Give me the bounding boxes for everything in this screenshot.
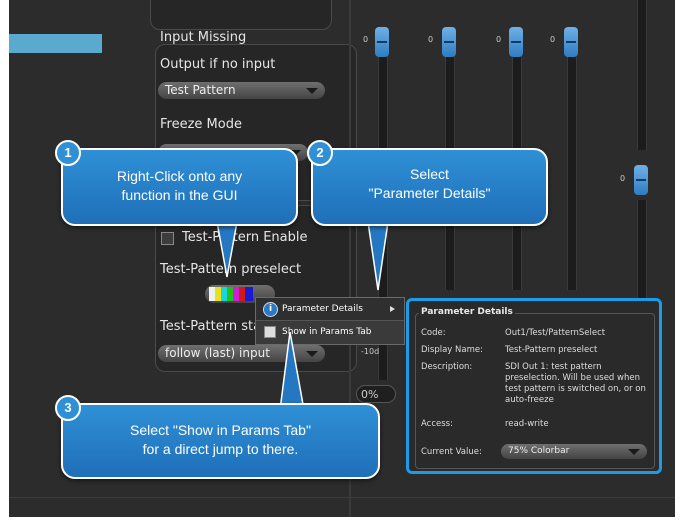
freeze-mode-label: Freeze Mode (160, 117, 242, 132)
callout-2-tail (367, 222, 389, 291)
fader-track-4 (567, 30, 577, 290)
parameter-details-title: Parameter Details (419, 307, 515, 317)
submenu-arrow-icon (390, 306, 395, 312)
callout-1-line1: Right-Click onto any (116, 168, 243, 184)
chevron-down-icon (306, 88, 318, 94)
context-menu-parameter-details[interactable]: i Parameter Details (256, 298, 404, 321)
callout-2: Select "Parameter Details" (311, 148, 548, 226)
colorbar-icon (209, 287, 253, 301)
accent-strip (9, 34, 102, 53)
chevron-down-icon (628, 449, 640, 455)
access-value: read-write (505, 419, 549, 429)
fader-5-value: 0 (620, 174, 626, 183)
fader-knob-1[interactable] (375, 27, 389, 57)
fader-knob-5[interactable] (634, 165, 648, 195)
fader-1-value: 0 (363, 35, 369, 44)
test-pattern-start-label: Test-Pattern sta (160, 319, 262, 334)
current-value-label: Current Value: (421, 447, 482, 457)
current-value-dropdown[interactable]: 75% Colorbar (501, 444, 647, 459)
parameter-details-panel: Parameter Details Code: Out1/Test/Patter… (406, 298, 662, 474)
input-missing-title: Input Missing (160, 30, 247, 45)
fader-knob-4[interactable] (564, 27, 578, 57)
current-value-text: 75% Colorbar (508, 446, 570, 456)
percent-readout-value: 0% (361, 388, 379, 401)
test-pattern-start-value: follow (last) input (165, 346, 270, 360)
fader-3-value: 0 (496, 35, 502, 44)
output-if-no-input-value: Test Pattern (165, 83, 236, 97)
callout-3-badge: 3 (55, 395, 81, 421)
fader-4-value: 0 (550, 35, 556, 44)
code-value: Out1/Test/PatternSelect (505, 328, 606, 338)
callout-2-badge: 2 (307, 140, 333, 166)
description-value: SDI Out 1: test pattern preselection. Wi… (505, 362, 646, 405)
output-if-no-input-label: Output if no input (160, 57, 276, 72)
callout-1: Right-Click onto any function in the GUI (61, 148, 298, 226)
code-label: Code: (421, 328, 446, 338)
callout-1-tail (216, 222, 238, 278)
fader-knob-2[interactable] (442, 27, 456, 57)
test-pattern-enable-checkbox[interactable] (161, 232, 174, 245)
params-tab-icon (264, 326, 276, 338)
callout-3-line2: for a direct jump to there. (142, 441, 299, 457)
fader-track-5 (637, 0, 647, 150)
fader-track-5-lower (637, 200, 647, 300)
callout-1-badge: 1 (55, 140, 81, 166)
context-menu-parameter-details-label: Parameter Details (282, 304, 363, 314)
callout-3-tail (279, 332, 305, 411)
callout-3: Select "Show in Params Tab" for a direct… (61, 403, 380, 479)
callout-2-line2: "Parameter Details" (368, 185, 491, 201)
percent-readout: 0% (356, 385, 396, 403)
display-name-value: Test-Pattern preselect (505, 345, 598, 355)
group-box-top (150, 0, 332, 30)
callout-3-line1: Select "Show in Params Tab" (130, 422, 311, 438)
fader-2-value: 0 (428, 35, 434, 44)
access-label: Access: (421, 419, 453, 429)
callout-2-line1: Select (410, 166, 449, 182)
fader-knob-3[interactable] (509, 27, 523, 57)
callout-1-line2: function in the GUI (121, 187, 238, 203)
display-name-label: Display Name: (421, 345, 483, 355)
fader-partial-value: -10d (361, 347, 380, 356)
info-icon: i (263, 302, 278, 317)
description-label: Description: (421, 362, 473, 372)
output-if-no-input-dropdown[interactable]: Test Pattern (158, 82, 325, 99)
bottom-divider (9, 497, 675, 498)
